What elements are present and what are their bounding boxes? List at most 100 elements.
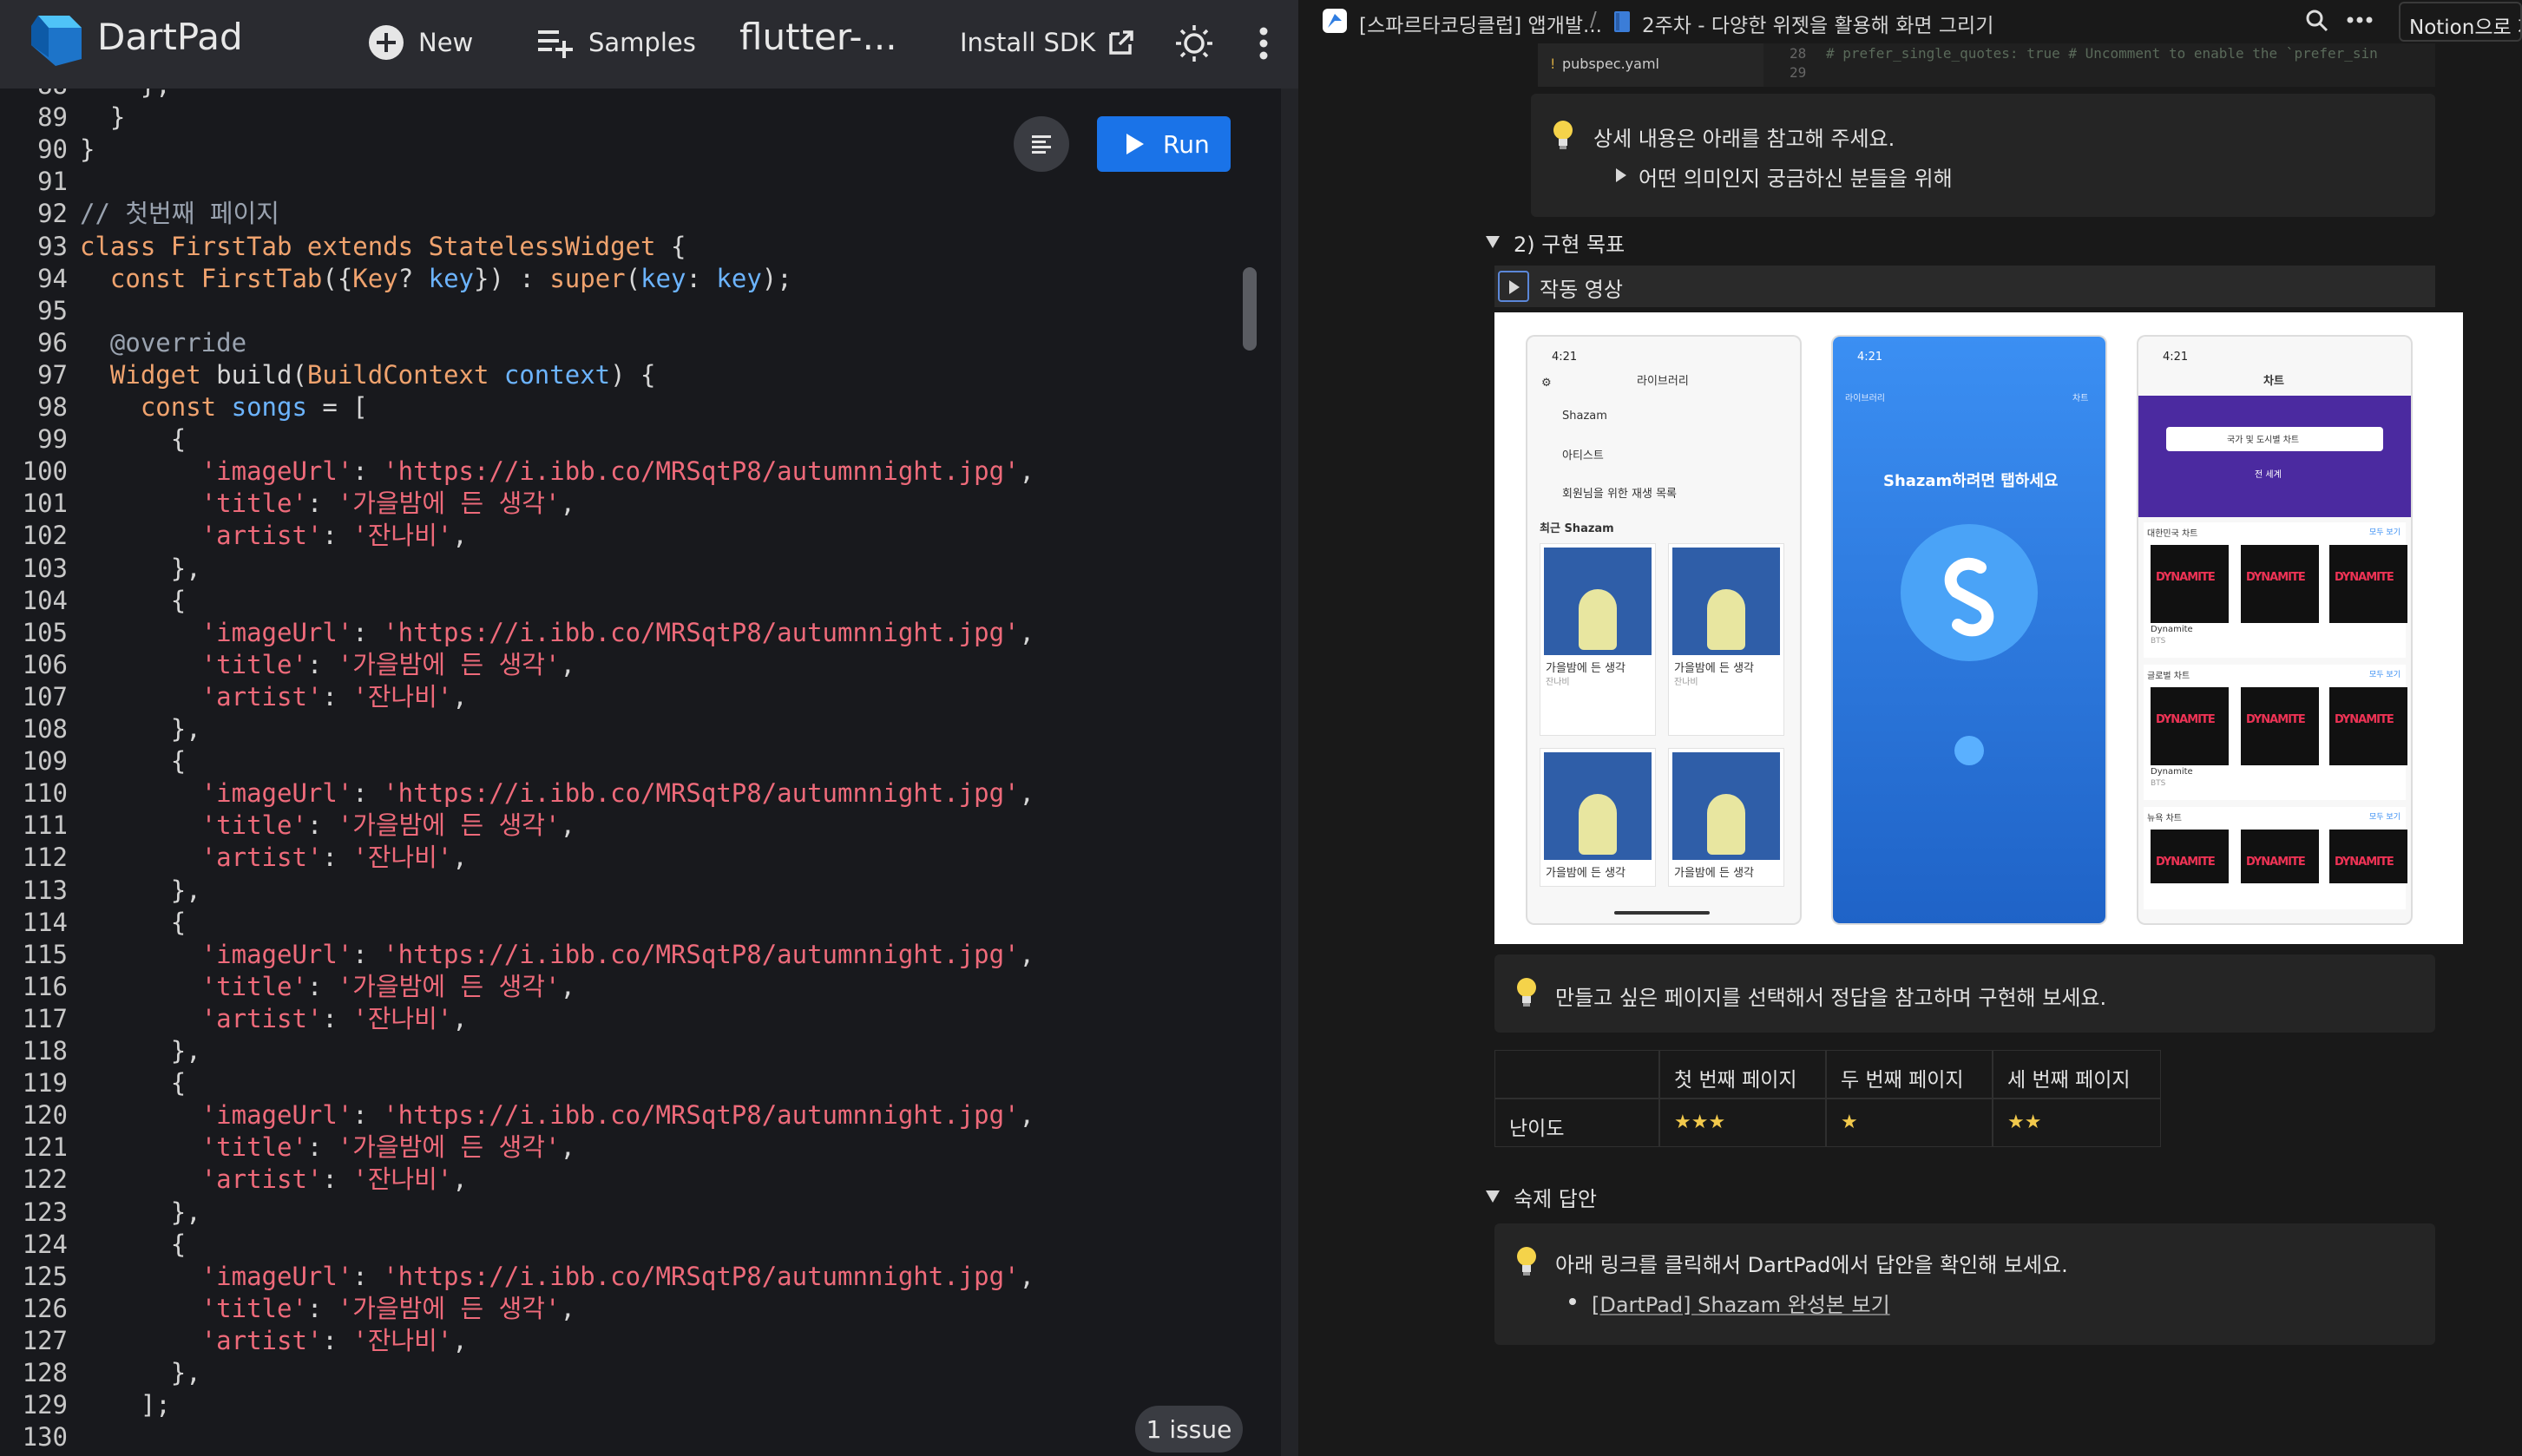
- video-toggle-block[interactable]: 작동 영상: [1494, 266, 2435, 307]
- code-line[interactable]: 127 'artist': '잔나비',: [0, 1325, 468, 1357]
- code-token: ?: [397, 263, 429, 293]
- code-token: :: [322, 1164, 353, 1195]
- album-card: 가을밤에 든 생각 잔나비: [1668, 543, 1784, 736]
- code-line[interactable]: 128 },: [0, 1357, 201, 1389]
- code-line[interactable]: 105 'imageUrl': 'https://i.ibb.co/MRSqtP…: [0, 617, 1034, 649]
- section-toggle-icon[interactable]: [1486, 236, 1500, 248]
- breadcrumb-current[interactable]: 2주차 - 다양한 위젯을 활용해 화면 그리기: [1642, 9, 1993, 38]
- code-line[interactable]: 98 const songs = [: [0, 391, 368, 423]
- menu-playlists: 회원님을 위한 재생 목록: [1562, 488, 1677, 501]
- code-line[interactable]: 113 },: [0, 875, 201, 907]
- code-line[interactable]: 95: [0, 295, 80, 327]
- toggle-button[interactable]: [1498, 271, 1529, 302]
- code-line[interactable]: 124 {: [0, 1229, 187, 1261]
- dartpad-answer-link[interactable]: [DartPad] Shazam 완성본 보기: [1592, 1288, 1890, 1318]
- line-number: 108: [22, 714, 68, 744]
- samples-button[interactable]: Samples: [536, 21, 696, 64]
- code-token: 'https://i.ibb.co/MRSqtP8/autumnnight.jp…: [383, 1100, 1020, 1131]
- code-line[interactable]: 103 },: [0, 553, 201, 585]
- code-line[interactable]: 93 class FirstTab extends StatelessWidget…: [0, 231, 686, 263]
- code-line[interactable]: 102 'artist': '잔나비',: [0, 520, 468, 552]
- format-button[interactable]: [1014, 116, 1069, 172]
- see-all-link: 모두 보기: [2369, 528, 2400, 537]
- code-token: const: [109, 263, 201, 293]
- breadcrumb-parent[interactable]: [스파르타코딩클럽] 앱개발...: [1359, 9, 1602, 38]
- demo-screenshot-image: 4:21 라이브러리 ⚙ Shazam 아티스트 회원님을 위한 재생 목록 최…: [1494, 312, 2463, 944]
- album-art: [1672, 752, 1780, 860]
- code-line[interactable]: 92 // 첫번째 페이지: [0, 198, 279, 230]
- code-line[interactable]: 114 {: [0, 907, 187, 939]
- code-line[interactable]: 122 'artist': '잔나비',: [0, 1164, 468, 1196]
- code-token: :: [352, 939, 384, 969]
- toggle-arrow-icon[interactable]: [1616, 168, 1626, 182]
- search-icon[interactable]: [2305, 9, 2329, 33]
- code-line[interactable]: 117 'artist': '잔나비',: [0, 1003, 468, 1035]
- code-line[interactable]: 108 },: [0, 713, 201, 745]
- code-line[interactable]: 115 'imageUrl': 'https://i.ibb.co/MRSqtP…: [0, 939, 1034, 971]
- code-token: '잔나비': [352, 843, 453, 873]
- file-title[interactable]: flutter-...: [739, 16, 897, 58]
- code-line[interactable]: 116 'title': '가을밤에 든 생각',: [0, 971, 575, 1003]
- section-heading-goal[interactable]: 2) 구현 목표: [1514, 227, 1625, 258]
- code-line[interactable]: 100 'imageUrl': 'https://i.ibb.co/MRSqtP…: [0, 456, 1034, 488]
- code-line[interactable]: 91: [0, 166, 80, 198]
- code-token: :: [306, 1293, 338, 1323]
- code-line[interactable]: 110 'imageUrl': 'https://i.ibb.co/MRSqtP…: [0, 777, 1034, 810]
- code-token: 'title': [200, 971, 307, 1001]
- dart-logo-icon: [31, 16, 82, 66]
- section-heading-homework[interactable]: 숙제 답안: [1514, 1182, 1597, 1212]
- code-line[interactable]: 121 'title': '가을밤에 든 생각',: [0, 1131, 575, 1164]
- album-art: [2329, 687, 2407, 765]
- phone-charts: 4:21 차트 국가 및 도시별 차트 전 세계 대한민국 차트 모두 보기 D…: [2138, 337, 2411, 923]
- code-line[interactable]: 106 'title': '가을밤에 든 생각',: [0, 649, 575, 681]
- code-line[interactable]: 109 {: [0, 745, 187, 777]
- menu-artists: 아티스트: [1562, 449, 1604, 462]
- code-line[interactable]: 96 @override: [0, 327, 246, 359]
- code-line[interactable]: 101 'title': '가을밤에 든 생각',: [0, 488, 575, 520]
- code-line[interactable]: 94 const FirstTab({Key? key}) : super(ke…: [0, 263, 792, 295]
- code-line[interactable]: 126 'title': '가을밤에 든 생각',: [0, 1293, 575, 1325]
- toggle-meaning[interactable]: 어떤 의미인지 궁금하신 분들을 위해: [1639, 161, 1953, 192]
- notion-pane: [스파르타코딩클럽] 앱개발... / 2주차 - 다양한 위젯을 활용해 화면…: [1298, 0, 2522, 1456]
- code-line[interactable]: 97 Widget build(BuildContext context) {: [0, 359, 655, 391]
- lightbulb-icon: [1517, 1247, 1536, 1276]
- new-button[interactable]: New: [368, 21, 473, 64]
- code-token: 'imageUrl': [200, 939, 353, 969]
- section-toggle-icon[interactable]: [1486, 1190, 1500, 1203]
- code-line[interactable]: 130: [0, 1421, 80, 1453]
- code-line[interactable]: 120 'imageUrl': 'https://i.ibb.co/MRSqtP…: [0, 1099, 1034, 1131]
- code-line[interactable]: 90}: [0, 134, 95, 166]
- open-in-notion-button[interactable]: Notion으로 제: [2399, 2, 2522, 42]
- code-token: {: [80, 907, 187, 937]
- editor-scrollbar[interactable]: [1243, 267, 1257, 351]
- code-token: },: [80, 89, 171, 100]
- theme-toggle-button[interactable]: [1172, 21, 1217, 66]
- code-line[interactable]: 104 {: [0, 585, 187, 617]
- run-label: Run: [1163, 129, 1210, 159]
- more-horiz-icon[interactable]: [2347, 16, 2373, 24]
- code-token: 'title': [200, 649, 307, 679]
- code-line[interactable]: 89 }: [0, 102, 125, 134]
- run-button[interactable]: Run: [1097, 116, 1231, 172]
- code-line[interactable]: 125 'imageUrl': 'https://i.ibb.co/MRSqtP…: [0, 1261, 1034, 1293]
- code-editor[interactable]: 88 },89 }90}9192// 첫번째 페이지93class FirstT…: [0, 89, 1281, 1456]
- code-line[interactable]: 119 {: [0, 1067, 187, 1099]
- code-token: ,: [560, 649, 575, 679]
- code-line[interactable]: 107 'artist': '잔나비',: [0, 681, 468, 713]
- code-token: ,: [560, 810, 575, 841]
- code-line[interactable]: 112 'artist': '잔나비',: [0, 842, 468, 874]
- code-line[interactable]: 129 ];: [0, 1389, 171, 1421]
- album-art: [1544, 752, 1652, 860]
- code-line[interactable]: 123 },: [0, 1197, 201, 1229]
- code-line[interactable]: 111 'title': '가을밤에 든 생각',: [0, 810, 575, 842]
- code-token: // 첫번째 페이지: [80, 199, 279, 229]
- pane-splitter[interactable]: [1281, 89, 1298, 1456]
- issues-button[interactable]: 1 issue: [1135, 1406, 1243, 1453]
- install-sdk-button[interactable]: Install SDK: [960, 21, 1149, 64]
- code-line[interactable]: 118 },: [0, 1035, 201, 1067]
- code-line[interactable]: 99 {: [0, 423, 186, 456]
- more-menu-button[interactable]: [1246, 23, 1281, 64]
- code-line[interactable]: 88 },: [0, 89, 171, 102]
- code-token: Widget: [109, 359, 217, 390]
